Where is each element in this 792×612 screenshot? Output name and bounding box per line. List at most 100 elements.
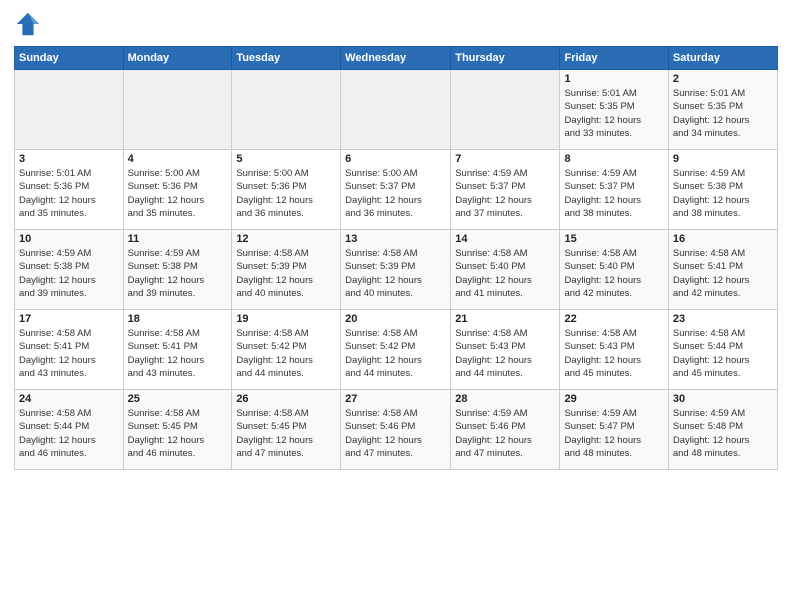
day-info: Sunrise: 4:59 AM Sunset: 5:37 PM Dayligh… <box>564 167 663 220</box>
day-info: Sunrise: 4:59 AM Sunset: 5:38 PM Dayligh… <box>673 167 773 220</box>
day-info: Sunrise: 4:59 AM Sunset: 5:37 PM Dayligh… <box>455 167 555 220</box>
day-number: 10 <box>19 233 119 245</box>
calendar-cell: 24 Sunrise: 4:58 AM Sunset: 5:44 PM Dayli… <box>15 390 124 470</box>
day-info: Sunrise: 4:59 AM Sunset: 5:38 PM Dayligh… <box>128 247 228 300</box>
day-number: 14 <box>455 233 555 245</box>
day-info: Sunrise: 5:01 AM Sunset: 5:35 PM Dayligh… <box>673 87 773 140</box>
day-info: Sunrise: 4:59 AM Sunset: 5:38 PM Dayligh… <box>19 247 119 300</box>
calendar-cell <box>451 70 560 150</box>
day-info: Sunrise: 4:58 AM Sunset: 5:41 PM Dayligh… <box>19 327 119 380</box>
calendar-cell: 19 Sunrise: 4:58 AM Sunset: 5:42 PM Dayli… <box>232 310 341 390</box>
calendar-cell: 14 Sunrise: 4:58 AM Sunset: 5:40 PM Dayli… <box>451 230 560 310</box>
day-info: Sunrise: 5:01 AM Sunset: 5:36 PM Dayligh… <box>19 167 119 220</box>
day-info: Sunrise: 4:58 AM Sunset: 5:39 PM Dayligh… <box>236 247 336 300</box>
day-number: 3 <box>19 153 119 165</box>
day-info: Sunrise: 4:58 AM Sunset: 5:44 PM Dayligh… <box>673 327 773 380</box>
day-number: 23 <box>673 313 773 325</box>
weekday-header-thursday: Thursday <box>451 47 560 70</box>
day-number: 24 <box>19 393 119 405</box>
calendar-week-3: 17 Sunrise: 4:58 AM Sunset: 5:41 PM Dayli… <box>15 310 778 390</box>
header <box>14 10 778 38</box>
day-info: Sunrise: 4:59 AM Sunset: 5:47 PM Dayligh… <box>564 407 663 460</box>
day-number: 11 <box>128 233 228 245</box>
calendar-cell: 15 Sunrise: 4:58 AM Sunset: 5:40 PM Dayli… <box>560 230 668 310</box>
day-number: 1 <box>564 73 663 85</box>
calendar-cell <box>341 70 451 150</box>
day-number: 26 <box>236 393 336 405</box>
weekday-header-wednesday: Wednesday <box>341 47 451 70</box>
calendar-cell: 12 Sunrise: 4:58 AM Sunset: 5:39 PM Dayli… <box>232 230 341 310</box>
calendar-cell: 5 Sunrise: 5:00 AM Sunset: 5:36 PM Daylig… <box>232 150 341 230</box>
calendar-cell: 29 Sunrise: 4:59 AM Sunset: 5:47 PM Dayli… <box>560 390 668 470</box>
day-number: 12 <box>236 233 336 245</box>
weekday-header-friday: Friday <box>560 47 668 70</box>
day-number: 30 <box>673 393 773 405</box>
day-number: 27 <box>345 393 446 405</box>
day-number: 29 <box>564 393 663 405</box>
day-info: Sunrise: 5:00 AM Sunset: 5:36 PM Dayligh… <box>236 167 336 220</box>
day-number: 15 <box>564 233 663 245</box>
calendar-cell: 27 Sunrise: 4:58 AM Sunset: 5:46 PM Dayli… <box>341 390 451 470</box>
day-info: Sunrise: 4:58 AM Sunset: 5:40 PM Dayligh… <box>564 247 663 300</box>
weekday-header-saturday: Saturday <box>668 47 777 70</box>
day-number: 16 <box>673 233 773 245</box>
calendar-cell: 1 Sunrise: 5:01 AM Sunset: 5:35 PM Daylig… <box>560 70 668 150</box>
calendar-week-0: 1 Sunrise: 5:01 AM Sunset: 5:35 PM Daylig… <box>15 70 778 150</box>
day-info: Sunrise: 4:58 AM Sunset: 5:45 PM Dayligh… <box>128 407 228 460</box>
day-number: 4 <box>128 153 228 165</box>
day-number: 25 <box>128 393 228 405</box>
day-number: 20 <box>345 313 446 325</box>
calendar-cell <box>232 70 341 150</box>
day-info: Sunrise: 4:58 AM Sunset: 5:45 PM Dayligh… <box>236 407 336 460</box>
day-number: 17 <box>19 313 119 325</box>
day-info: Sunrise: 4:59 AM Sunset: 5:48 PM Dayligh… <box>673 407 773 460</box>
page: SundayMondayTuesdayWednesdayThursdayFrid… <box>0 0 792 612</box>
day-info: Sunrise: 5:01 AM Sunset: 5:35 PM Dayligh… <box>564 87 663 140</box>
calendar-cell: 3 Sunrise: 5:01 AM Sunset: 5:36 PM Daylig… <box>15 150 124 230</box>
calendar-cell <box>123 70 232 150</box>
day-number: 6 <box>345 153 446 165</box>
day-number: 5 <box>236 153 336 165</box>
calendar-cell: 16 Sunrise: 4:58 AM Sunset: 5:41 PM Dayli… <box>668 230 777 310</box>
day-info: Sunrise: 4:58 AM Sunset: 5:44 PM Dayligh… <box>19 407 119 460</box>
day-info: Sunrise: 4:58 AM Sunset: 5:40 PM Dayligh… <box>455 247 555 300</box>
day-number: 19 <box>236 313 336 325</box>
day-number: 9 <box>673 153 773 165</box>
day-number: 21 <box>455 313 555 325</box>
calendar-cell <box>15 70 124 150</box>
day-info: Sunrise: 4:58 AM Sunset: 5:41 PM Dayligh… <box>673 247 773 300</box>
calendar-cell: 23 Sunrise: 4:58 AM Sunset: 5:44 PM Dayli… <box>668 310 777 390</box>
calendar-cell: 18 Sunrise: 4:58 AM Sunset: 5:41 PM Dayli… <box>123 310 232 390</box>
day-info: Sunrise: 5:00 AM Sunset: 5:36 PM Dayligh… <box>128 167 228 220</box>
logo <box>14 10 46 38</box>
calendar-cell: 22 Sunrise: 4:58 AM Sunset: 5:43 PM Dayli… <box>560 310 668 390</box>
day-info: Sunrise: 4:58 AM Sunset: 5:43 PM Dayligh… <box>564 327 663 380</box>
calendar-cell: 26 Sunrise: 4:58 AM Sunset: 5:45 PM Dayli… <box>232 390 341 470</box>
day-number: 2 <box>673 73 773 85</box>
day-number: 22 <box>564 313 663 325</box>
calendar-body: 1 Sunrise: 5:01 AM Sunset: 5:35 PM Daylig… <box>15 70 778 470</box>
calendar-cell: 4 Sunrise: 5:00 AM Sunset: 5:36 PM Daylig… <box>123 150 232 230</box>
day-info: Sunrise: 4:59 AM Sunset: 5:46 PM Dayligh… <box>455 407 555 460</box>
calendar-week-1: 3 Sunrise: 5:01 AM Sunset: 5:36 PM Daylig… <box>15 150 778 230</box>
day-info: Sunrise: 4:58 AM Sunset: 5:43 PM Dayligh… <box>455 327 555 380</box>
weekday-header-monday: Monday <box>123 47 232 70</box>
calendar: SundayMondayTuesdayWednesdayThursdayFrid… <box>14 46 778 470</box>
calendar-cell: 30 Sunrise: 4:59 AM Sunset: 5:48 PM Dayli… <box>668 390 777 470</box>
day-info: Sunrise: 4:58 AM Sunset: 5:41 PM Dayligh… <box>128 327 228 380</box>
calendar-cell: 21 Sunrise: 4:58 AM Sunset: 5:43 PM Dayli… <box>451 310 560 390</box>
logo-icon <box>14 10 42 38</box>
weekday-header-row: SundayMondayTuesdayWednesdayThursdayFrid… <box>15 47 778 70</box>
calendar-cell: 13Sunrise: 4:58 AM Sunset: 5:39 PM Dayli… <box>341 230 451 310</box>
day-number: 8 <box>564 153 663 165</box>
day-number: 7 <box>455 153 555 165</box>
day-number: 18 <box>128 313 228 325</box>
weekday-header-sunday: Sunday <box>15 47 124 70</box>
calendar-cell: 17 Sunrise: 4:58 AM Sunset: 5:41 PM Dayli… <box>15 310 124 390</box>
calendar-cell: 9 Sunrise: 4:59 AM Sunset: 5:38 PM Daylig… <box>668 150 777 230</box>
day-info: Sunrise: 4:58 AM Sunset: 5:46 PM Dayligh… <box>345 407 446 460</box>
calendar-cell: 28Sunrise: 4:59 AM Sunset: 5:46 PM Dayli… <box>451 390 560 470</box>
day-info: Sunrise: 4:58 AM Sunset: 5:39 PM Dayligh… <box>345 247 446 300</box>
calendar-cell: 6Sunrise: 5:00 AM Sunset: 5:37 PM Daylig… <box>341 150 451 230</box>
day-info: Sunrise: 4:58 AM Sunset: 5:42 PM Dayligh… <box>236 327 336 380</box>
